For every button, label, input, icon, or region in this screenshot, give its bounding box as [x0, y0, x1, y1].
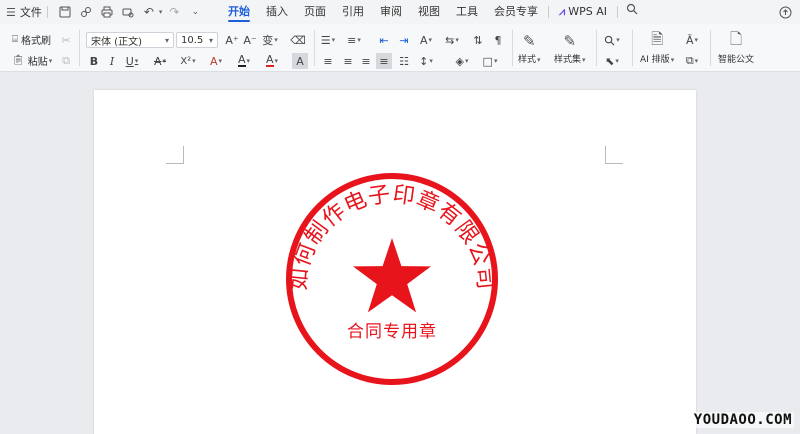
font-name-select[interactable]: 宋体 (正文) ▾ [86, 32, 174, 48]
tab-review[interactable]: 审阅 [372, 0, 410, 24]
share-icon[interactable] [77, 3, 95, 21]
shrink-font-icon[interactable]: A⁻ [242, 32, 258, 48]
chevron-down-icon: ▾ [208, 35, 213, 45]
style-set-button[interactable]: ✎ 样式集▾ [554, 30, 586, 65]
shading-icon[interactable]: ◈ ▾ [454, 53, 470, 69]
menu-bar: ☰ 文件 ↶ ▾ ↷ ⌄ 开始 插入 页面 引用 审阅 视图 工具 会员专享 ⩘… [0, 0, 800, 24]
select-icon[interactable]: ⬉ ▾ [604, 53, 620, 69]
tab-wps-ai[interactable]: ⩘ WPS AI [551, 0, 615, 24]
bold-icon[interactable]: B [86, 53, 102, 69]
find-icon[interactable]: ▾ [604, 32, 620, 48]
font-size-select[interactable]: 10.5 ▾ [176, 32, 218, 48]
tab-view[interactable]: 视图 [410, 0, 448, 24]
cloud-upload-icon[interactable] [776, 3, 794, 21]
underline-icon[interactable]: U ▾ [124, 53, 140, 69]
superscript-icon[interactable]: X² ▾ [180, 53, 196, 69]
divider [632, 30, 633, 66]
hamburger-icon: ☰ [6, 5, 16, 19]
copy-icon[interactable]: ⧉ [58, 53, 74, 69]
tab-tools[interactable]: 工具 [448, 0, 486, 24]
more-chevron-icon[interactable]: ⌄ [186, 3, 204, 21]
smart-doc-icon: 🗋︎ [729, 29, 743, 48]
seal-star-icon [353, 238, 431, 313]
italic-icon[interactable]: I [104, 53, 120, 69]
ribbon-toolbar: ⌸ 格式刷 ✂ 📋︎ 粘贴 ▾ ⧉ 宋体 (正文) ▾ 10.5 ▾ A⁺ A⁻… [0, 24, 800, 72]
document-area[interactable]: 如何制作电子印章有限公司 合同专用章 [0, 73, 800, 434]
styles-icon: ✎ [522, 32, 536, 50]
save-icon[interactable] [56, 3, 74, 21]
justify-icon[interactable]: ≡ [376, 53, 392, 69]
change-case-icon[interactable]: A ▾ [418, 32, 434, 48]
seal-type-label: 合同专用章 [347, 322, 437, 342]
border-icon[interactable]: □ ▾ [482, 53, 498, 69]
tab-insert[interactable]: 插入 [258, 0, 296, 24]
search-icon[interactable] [620, 0, 644, 24]
text-tools-icon[interactable]: Ā ▾ [684, 32, 700, 48]
text-effect-icon[interactable]: A ▾ [208, 53, 224, 69]
undo-icon[interactable]: ↶ [140, 3, 158, 21]
paste-icon: 📋︎ [12, 55, 25, 66]
align-center-icon[interactable]: ≡ [340, 53, 356, 69]
tab-member[interactable]: 会员专享 [486, 0, 546, 24]
divider [512, 30, 513, 66]
clear-format-icon[interactable]: ⌫ [290, 32, 306, 48]
divider [548, 6, 549, 18]
divider [79, 30, 80, 66]
tab-home[interactable]: 开始 [220, 0, 258, 24]
distributed-icon[interactable]: ☷ [396, 53, 412, 69]
divider [46, 6, 48, 18]
margin-marker [605, 146, 623, 164]
grow-font-icon[interactable]: A⁺ [224, 32, 240, 48]
smart-doc-button[interactable]: 🗋︎ 智能公文 [718, 29, 754, 66]
site-watermark: YOUDAOO.COM [691, 412, 794, 428]
highlight-icon[interactable]: A ▾ [236, 53, 252, 69]
divider [710, 30, 711, 66]
tab-references[interactable]: 引用 [334, 0, 372, 24]
seal-graphic: 如何制作电子印章有限公司 合同专用章 [286, 173, 498, 385]
numbered-list-icon[interactable]: ≡ ▾ [346, 32, 362, 48]
increase-indent-icon[interactable]: ⇥ [396, 32, 412, 48]
wps-ai-icon: ⩘ [559, 5, 566, 18]
ribbon-tabs: 开始 插入 页面 引用 审阅 视图 工具 会员专享 ⩘ WPS AI [220, 0, 644, 24]
styles-button[interactable]: ✎ 样式▾ [518, 30, 541, 65]
undo-dropdown-icon[interactable]: ▾ [159, 8, 163, 16]
show-marks-icon[interactable]: ¶ [490, 32, 506, 48]
divider [596, 30, 597, 66]
line-spacing-icon[interactable]: ↕ ▾ [418, 53, 434, 69]
align-right-icon[interactable]: ≡ [358, 53, 374, 69]
paste-button[interactable]: 📋︎ 粘贴 ▾ [12, 53, 52, 68]
style-set-icon: ✎ [563, 32, 577, 50]
divider [314, 30, 315, 66]
file-menu[interactable]: ☰ 文件 [6, 4, 42, 20]
document-page[interactable]: 如何制作电子印章有限公司 合同专用章 [94, 90, 696, 434]
chevron-down-icon: ▾ [164, 35, 169, 45]
font-color-icon[interactable]: A ▾ [264, 53, 280, 69]
tab-page[interactable]: 页面 [296, 0, 334, 24]
char-shading-icon[interactable]: A [292, 53, 308, 69]
redo-icon[interactable]: ↷ [165, 3, 183, 21]
text-direction-icon[interactable]: ⇆ ▾ [444, 32, 460, 48]
cut-icon[interactable]: ✂ [58, 32, 74, 48]
ai-layout-icon: 🗎︎ [651, 29, 664, 48]
format-painter-icon: ⌸ [12, 34, 18, 45]
format-painter-button[interactable]: ⌸ 格式刷 [12, 32, 51, 47]
bullet-list-icon[interactable]: ☰ ▾ [320, 32, 336, 48]
margin-marker [166, 146, 184, 164]
decrease-indent-icon[interactable]: ⇤ [376, 32, 392, 48]
phonetic-guide-icon[interactable]: 变 ▾ [262, 32, 278, 48]
ai-layout-button[interactable]: 🗎︎ AI 排版▾ [640, 29, 674, 66]
arrange-icon[interactable]: ⧉ ▾ [684, 53, 700, 69]
print-preview-icon[interactable] [119, 3, 137, 21]
divider [616, 6, 618, 18]
align-left-icon[interactable]: ≡ [320, 53, 336, 69]
sort-icon[interactable]: ⇅ [470, 32, 486, 48]
file-menu-label: 文件 [19, 6, 42, 19]
electronic-seal[interactable]: 如何制作电子印章有限公司 合同专用章 [284, 172, 500, 386]
strikethrough-icon[interactable]: A ▾ [152, 53, 168, 69]
print-icon[interactable] [98, 3, 116, 21]
